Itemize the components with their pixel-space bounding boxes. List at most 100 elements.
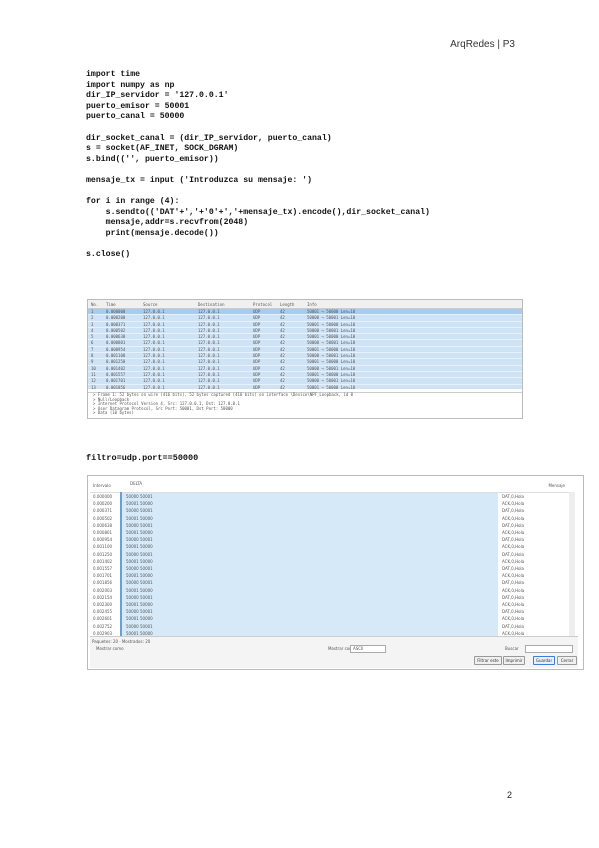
table-cell: 127.0.0.1: [198, 378, 220, 384]
stream-row[interactable]: 0.001701 50001 50000 ACK,0,Hola: [90, 572, 575, 579]
table-cell: 42: [280, 353, 285, 359]
column-header[interactable]: Info: [304, 302, 427, 307]
stream-row[interactable]: 0.001402 50001 50000 ACK,0,Hola: [90, 558, 575, 565]
stream-port-peer: 50001: [140, 609, 153, 615]
stream-message: DAT,0,Hola: [502, 580, 524, 586]
table-cell: 127.0.0.1: [143, 353, 165, 359]
table-row[interactable]: 13 0.001856 127.0.0.1 127.0.0.1 UDP 42 50001 →…: [88, 384, 522, 389]
column-header[interactable]: Length: [277, 302, 304, 307]
stream-row[interactable]: 0.000200 50001 50000 ACK,0,Hola: [90, 500, 575, 507]
table-cell: 0.000371: [106, 321, 126, 327]
stream-time: 0.000000: [93, 494, 113, 499]
stream-row[interactable]: 0.000801 50001 50000 ACK,0,Hola: [90, 529, 575, 536]
stream-message: DAT,0,Hola: [502, 508, 524, 514]
code-line: mensaje,addr=s.recvfrom(2048): [105, 218, 249, 228]
table-cell: 42: [280, 378, 285, 384]
table-cell: 0.001856: [106, 384, 126, 389]
table-cell: UDP: [253, 327, 261, 333]
stream-row[interactable]: 0.000000 50000 50001 DAT,0,Hola: [90, 493, 575, 500]
table-cell: 50001 → 50000 Len=10: [307, 321, 356, 327]
stream-message: DAT,0,Hola: [502, 594, 524, 600]
stream-row[interactable]: 0.001557 50000 50001 DAT,0,Hola: [90, 565, 575, 572]
table-cell: 127.0.0.1: [198, 371, 220, 377]
stream-row[interactable]: 0.000954 50000 50001 DAT,0,Hola: [90, 536, 575, 543]
stream-footer: Paquetes: 20 · Mostrados: 20 Mostrar com…: [90, 636, 578, 668]
stream-grid: Intervalo DELTA Mensaje 0.000000 50000 500…: [90, 478, 575, 638]
close-button[interactable]: Cerrar: [557, 656, 577, 665]
stream-port-peer: 50001: [140, 594, 153, 600]
table-cell: 127.0.0.1: [143, 315, 165, 321]
table-cell: 0.000200: [106, 315, 126, 321]
stream-port-peer: 50000: [140, 602, 153, 607]
stream-time: 0.000371: [93, 508, 113, 514]
stream-port: 50001: [126, 501, 139, 507]
stream-row[interactable]: 0.002752 50000 50001 DAT,0,Hola: [90, 623, 575, 630]
stream-row[interactable]: 0.001856 50000 50001 DAT,0,Hola: [90, 579, 575, 586]
stream-row[interactable]: 0.001250 50000 50001 DAT,0,Hola: [90, 551, 575, 558]
table-cell: 127.0.0.1: [198, 334, 220, 340]
detail-tree-item[interactable]: > Data (10 bytes): [88, 410, 522, 416]
column-header[interactable]: Time: [103, 302, 140, 307]
stream-message: ACK,0,Hola: [502, 515, 525, 521]
stream-row[interactable]: 0.001100 50001 50000 ACK,0,Hola: [90, 543, 575, 550]
filter-button[interactable]: Filtrar este: [474, 656, 502, 665]
table-cell: 0.001557: [106, 371, 126, 377]
table-cell: 50001 → 50000 Len=10: [307, 334, 356, 340]
stream-row[interactable]: 0.000371 50000 50001 DAT,0,Hola: [90, 507, 575, 514]
code-line: print(mensaje.decode()): [105, 228, 219, 238]
stream-time: 0.002003: [93, 587, 113, 593]
stream-row[interactable]: 0.000502 50001 50000 ACK,0,Hola: [90, 515, 575, 522]
column-header[interactable]: Protocol: [250, 302, 277, 307]
table-cell: UDP: [253, 315, 261, 321]
stream-port: 50000: [126, 522, 139, 528]
stream-message: DAT,0,Hola: [502, 623, 524, 629]
column-header[interactable]: Source: [140, 302, 195, 307]
checkbox-label[interactable]: Mostrar como: [96, 646, 124, 651]
stream-port: 50001: [126, 587, 139, 593]
stream-message: ACK,0,Hola: [502, 501, 525, 507]
stream-time: 0.000502: [93, 515, 113, 521]
filter-caption: filtro=udp.port==50000: [86, 453, 199, 463]
table-cell: 127.0.0.1: [143, 327, 165, 333]
stream-header: Intervalo DELTA Mensaje: [90, 478, 575, 493]
stream-row[interactable]: 0.002455 50000 50001 DAT,0,Hola: [90, 608, 575, 615]
table-cell: 0.000502: [106, 327, 126, 333]
code-line: import numpy as np: [86, 80, 175, 90]
stream-port: 50000: [126, 537, 139, 543]
stream-port: 50000: [126, 566, 139, 571]
table-cell: 127.0.0.1: [198, 340, 220, 346]
table-cell: 50000 → 50001 Len=10: [307, 327, 356, 333]
table-cell: 42: [280, 359, 285, 365]
search-input[interactable]: [525, 645, 573, 653]
table-cell: 42: [280, 315, 285, 321]
scrollbar[interactable]: [569, 492, 575, 638]
table-cell: 3: [91, 321, 94, 327]
stream-port: 50000: [126, 609, 139, 615]
stream-row[interactable]: 0.002154 50000 50001 DAT,0,Hola: [90, 594, 575, 601]
stream-row[interactable]: 0.002003 50001 50000 ACK,0,Hola: [90, 587, 575, 594]
table-cell: 7: [91, 346, 94, 352]
table-cell: 0.000000: [106, 309, 126, 314]
stream-port: 50000: [126, 494, 139, 499]
code-line: s.sendto(('DAT'+','+'0'+','+mensaje_tx).…: [105, 207, 430, 217]
stream-row[interactable]: 0.000638 50000 50001 DAT,0,Hola: [90, 522, 575, 529]
status-text: Paquetes: 20 · Mostrados: 20: [92, 639, 151, 644]
stream-row[interactable]: 0.002601 50001 50000 ACK,0,Hola: [90, 615, 575, 622]
table-cell: 50000 → 50001 Len=10: [307, 378, 356, 384]
stream-time: 0.002601: [93, 616, 113, 622]
print-button[interactable]: Imprimir: [503, 656, 525, 665]
save-button[interactable]: Guardar: [533, 656, 555, 665]
stream-time: 0.002752: [93, 623, 113, 629]
table-cell: 127.0.0.1: [143, 359, 165, 365]
stream-row[interactable]: 0.002300 50001 50000 ACK,0,Hola: [90, 601, 575, 608]
table-cell: 127.0.0.1: [198, 315, 220, 321]
table-cell: 50001 → 50000 Len=10: [307, 359, 356, 365]
stream-time: 0.000200: [93, 501, 113, 507]
stream-time: 0.001250: [93, 551, 113, 557]
column-header[interactable]: No.: [88, 302, 103, 307]
table-cell: 4: [91, 327, 94, 333]
format-select[interactable]: ASCII: [350, 645, 386, 653]
stream-time: 0.002455: [93, 609, 113, 615]
column-header[interactable]: Destination: [195, 302, 250, 307]
code-line: puerto_emisor = 50001: [86, 101, 190, 111]
